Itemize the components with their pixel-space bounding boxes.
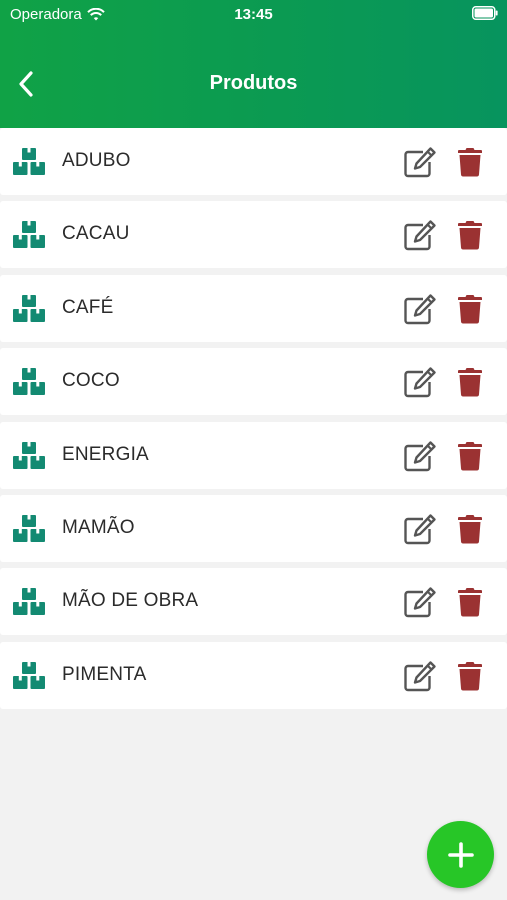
boxes-icon	[13, 294, 45, 322]
list-item[interactable]: MAMÃO	[0, 494, 507, 562]
app-header: Operadora 13:45 Produtos	[0, 0, 507, 128]
edit-icon	[404, 514, 436, 545]
edit-button[interactable]	[402, 439, 438, 473]
trash-icon	[458, 441, 482, 471]
delete-button[interactable]	[455, 584, 485, 620]
boxes-icon	[13, 368, 45, 396]
trash-icon	[458, 294, 482, 324]
list-item[interactable]: ENERGIA	[0, 421, 507, 489]
delete-button[interactable]	[455, 511, 485, 547]
boxes-icon	[13, 441, 45, 469]
edit-icon	[404, 440, 436, 471]
edit-icon	[404, 587, 436, 618]
boxes-icon	[13, 661, 45, 689]
delete-button[interactable]	[455, 291, 485, 327]
product-name: ENERGIA	[62, 443, 149, 465]
boxes-icon	[13, 221, 45, 249]
trash-icon	[458, 148, 482, 177]
battery-icon	[472, 6, 498, 20]
edit-button[interactable]	[402, 512, 438, 546]
edit-button[interactable]	[402, 145, 438, 179]
delete-button[interactable]	[455, 217, 485, 253]
edit-button[interactable]	[402, 292, 438, 326]
delete-button[interactable]	[455, 144, 485, 180]
product-name: CACAU	[62, 223, 130, 245]
trash-icon	[458, 661, 482, 691]
delete-button[interactable]	[455, 364, 485, 400]
trash-icon	[458, 514, 482, 544]
delete-button[interactable]	[455, 438, 485, 474]
edit-button[interactable]	[402, 585, 438, 619]
list-item[interactable]: COCO	[0, 348, 507, 416]
edit-button[interactable]	[402, 218, 438, 252]
delete-button[interactable]	[455, 658, 485, 694]
list-item[interactable]: PIMENTA	[0, 641, 507, 709]
edit-button[interactable]	[402, 659, 438, 693]
boxes-icon	[13, 588, 45, 616]
product-name: MAMÃO	[62, 516, 135, 538]
edit-icon	[404, 367, 436, 398]
product-list: ADUBO CACAU CAFÉ COCO ENERGIA MAMÃO MÃO …	[0, 128, 507, 715]
list-item[interactable]: MÃO DE OBRA	[0, 568, 507, 636]
list-item[interactable]: CACAU	[0, 201, 507, 269]
product-name: PIMENTA	[62, 663, 147, 685]
boxes-icon	[13, 514, 45, 542]
edit-icon	[404, 147, 436, 178]
edit-icon	[404, 661, 436, 691]
product-name: ADUBO	[62, 150, 131, 171]
page-title: Produtos	[209, 72, 298, 94]
list-item[interactable]: ADUBO	[0, 128, 507, 195]
boxes-icon	[13, 148, 45, 175]
status-time: 13:45	[234, 6, 273, 23]
edit-icon	[404, 294, 436, 324]
status-bar: Operadora 13:45	[0, 0, 507, 28]
edit-button[interactable]	[402, 365, 438, 399]
edit-icon	[404, 220, 436, 251]
product-name: CAFÉ	[62, 296, 114, 318]
plus-icon	[447, 841, 474, 868]
navigation-bar: Produtos	[0, 60, 507, 108]
add-product-button[interactable]	[427, 821, 494, 888]
product-name: MÃO DE OBRA	[62, 590, 199, 612]
list-item[interactable]: CAFÉ	[0, 274, 507, 342]
trash-icon	[458, 588, 482, 617]
product-name: COCO	[62, 370, 120, 392]
trash-icon	[458, 221, 482, 250]
trash-icon	[458, 368, 482, 397]
